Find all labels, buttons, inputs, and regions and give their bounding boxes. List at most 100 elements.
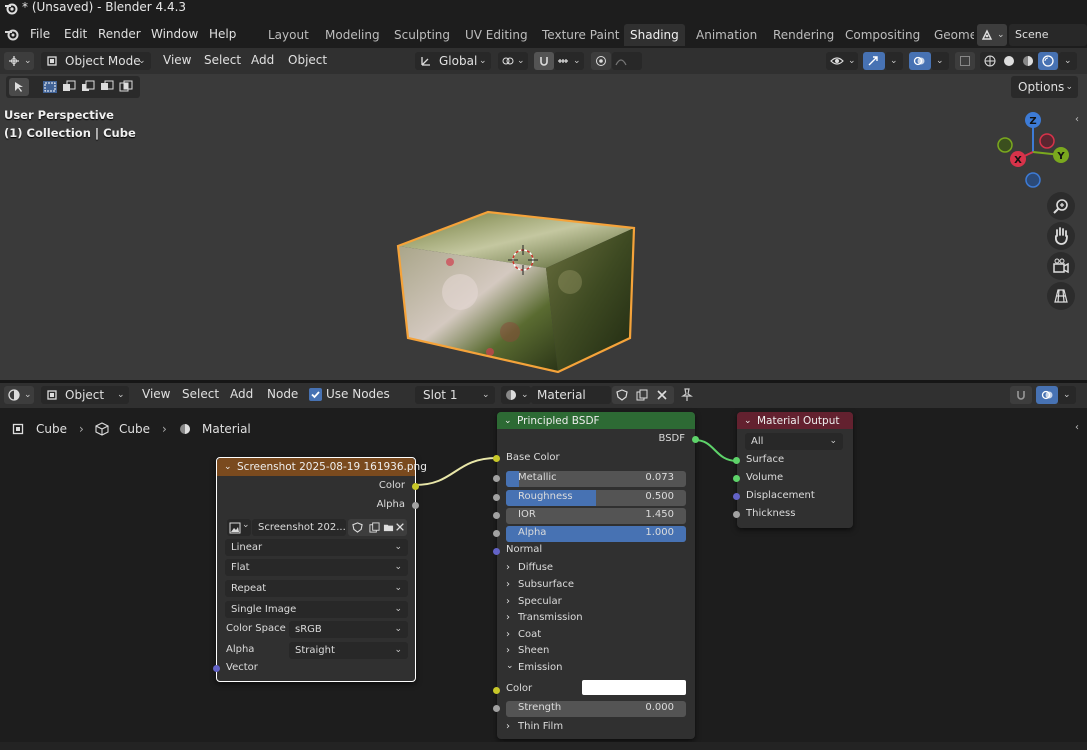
open-folder-icon[interactable] bbox=[383, 522, 394, 533]
roughness-slider[interactable]: Roughness 0.500 bbox=[506, 490, 686, 506]
ior-input-socket[interactable] bbox=[493, 512, 500, 519]
ortho-toggle-button[interactable] bbox=[1047, 282, 1075, 310]
surface-input-socket[interactable] bbox=[733, 457, 740, 464]
image-texture-node[interactable]: ⌄ Screenshot 2025-08-19 161936.png Color… bbox=[213, 457, 427, 682]
tab-texture-paint[interactable]: Texture Paint bbox=[536, 24, 625, 46]
visibility-dropdown[interactable]: ⌄ bbox=[826, 52, 858, 70]
duplicate-icon[interactable] bbox=[636, 389, 648, 401]
image-name-field[interactable]: Screenshot 202... bbox=[252, 519, 346, 536]
scene-name-field[interactable]: Scene bbox=[1009, 24, 1087, 46]
thickness-input-socket[interactable] bbox=[733, 511, 740, 518]
pin-icon[interactable] bbox=[680, 388, 694, 402]
node-menu-add[interactable]: Add bbox=[230, 387, 253, 401]
menu-edit[interactable]: Edit bbox=[64, 27, 87, 41]
pan-button[interactable] bbox=[1047, 222, 1075, 250]
emission-color-swatch[interactable] bbox=[582, 680, 686, 695]
alpha-input-socket[interactable] bbox=[493, 530, 500, 537]
tab-animation[interactable]: Animation bbox=[690, 24, 763, 46]
select-intersect-icon[interactable] bbox=[118, 80, 134, 94]
shader-type-dropdown[interactable]: Object ⌄ bbox=[41, 386, 129, 404]
select-invert-icon[interactable] bbox=[99, 80, 115, 94]
zoom-button[interactable] bbox=[1047, 192, 1075, 220]
viewport-options-button[interactable]: Options ⌄ bbox=[1011, 76, 1078, 98]
tab-compositing[interactable]: Compositing bbox=[839, 24, 926, 46]
volume-input-socket[interactable] bbox=[733, 475, 740, 482]
tab-uv-editing[interactable]: UV Editing bbox=[459, 24, 534, 46]
editor-type-button[interactable]: ⌄ bbox=[4, 52, 34, 70]
select-new-icon[interactable] bbox=[42, 80, 58, 94]
overlays-dropdown[interactable]: ⌄ bbox=[931, 52, 949, 70]
panel-emission[interactable]: ⌄ Emission bbox=[506, 661, 686, 678]
output-node-header[interactable]: ⌄ Material Output bbox=[737, 412, 853, 429]
bsdf-output-socket[interactable] bbox=[692, 436, 699, 443]
solid-shading-icon[interactable] bbox=[1003, 55, 1015, 67]
viewport-menu-select[interactable]: Select bbox=[204, 53, 241, 67]
node-editor-type-button[interactable]: ⌄ bbox=[4, 386, 34, 404]
rendered-shading-button[interactable] bbox=[1038, 52, 1058, 70]
slot-dropdown[interactable]: Slot 1 ⌄ bbox=[415, 386, 495, 404]
proportional-falloff-dropdown[interactable] bbox=[612, 52, 642, 70]
object-mode-dropdown[interactable]: Object Mode ⌄ bbox=[41, 52, 151, 70]
tab-sculpting[interactable]: Sculpting bbox=[388, 24, 456, 46]
emission-color-input-socket[interactable] bbox=[493, 687, 500, 694]
projection-dropdown[interactable]: Flat ⌄ bbox=[225, 559, 408, 576]
material-output-node[interactable]: ⌄ Material Output All ⌄ Surface Volume Di… bbox=[733, 412, 853, 528]
panel-thin-film[interactable]: › Thin Film bbox=[506, 721, 686, 737]
scene-selector-button[interactable]: ⌄ bbox=[977, 24, 1007, 46]
tab-geometry-nodes[interactable]: Geome bbox=[928, 24, 974, 46]
normal-input-socket[interactable] bbox=[493, 548, 500, 555]
fake-user-shield-icon[interactable] bbox=[352, 522, 363, 533]
gizmo-toggle[interactable] bbox=[863, 52, 885, 70]
tab-modeling[interactable]: Modeling bbox=[319, 24, 386, 46]
panel-specular[interactable]: › Specular bbox=[506, 596, 686, 612]
select-subtract-icon[interactable] bbox=[80, 80, 96, 94]
panel-subsurface[interactable]: › Subsurface bbox=[506, 579, 686, 595]
image-browse-button[interactable]: ⌄ bbox=[227, 519, 251, 536]
snap-target-dropdown[interactable]: ⌄ bbox=[554, 52, 584, 70]
menu-file[interactable]: File bbox=[30, 27, 50, 41]
menu-render[interactable]: Render bbox=[98, 27, 141, 41]
displacement-input-socket[interactable] bbox=[733, 493, 740, 500]
transform-orientation-dropdown[interactable]: Global ⌄ bbox=[415, 52, 491, 70]
viewport-menu-view[interactable]: View bbox=[163, 53, 191, 67]
menu-window[interactable]: Window bbox=[151, 27, 198, 41]
camera-view-button[interactable] bbox=[1047, 252, 1075, 280]
collapse-chevron-icon[interactable]: ⌄ bbox=[224, 458, 232, 476]
panel-coat[interactable]: › Coat bbox=[506, 629, 686, 645]
collapse-chevron-icon[interactable]: ⌄ bbox=[504, 412, 512, 430]
bsdf-node-header[interactable]: ⌄ Principled BSDF bbox=[497, 412, 695, 429]
image-node-header[interactable]: ⌄ Screenshot 2025-08-19 161936.png bbox=[217, 458, 427, 476]
select-extend-icon[interactable] bbox=[61, 80, 77, 94]
principled-bsdf-node[interactable]: ⌄ Principled BSDF BSDF Base Color Metall… bbox=[493, 412, 699, 739]
node-menu-node[interactable]: Node bbox=[267, 387, 298, 401]
color-space-dropdown[interactable]: sRGB ⌄ bbox=[289, 621, 408, 638]
extension-dropdown[interactable]: Repeat ⌄ bbox=[225, 580, 408, 597]
viewport-menu-object[interactable]: Object bbox=[288, 53, 327, 67]
xray-toggle[interactable] bbox=[955, 52, 975, 70]
output-target-dropdown[interactable]: All ⌄ bbox=[745, 433, 843, 450]
navigation-gizmo[interactable]: Z Y X bbox=[992, 110, 1072, 190]
node-snap-toggle[interactable] bbox=[1010, 386, 1032, 404]
3d-viewport[interactable]: Options ⌄ User Perspective (1) Collectio… bbox=[0, 74, 1087, 380]
node-overlays-toggle[interactable] bbox=[1036, 386, 1058, 404]
tab-layout[interactable]: Layout bbox=[262, 24, 315, 46]
snap-toggle[interactable] bbox=[534, 52, 554, 70]
panel-sheen[interactable]: › Sheen bbox=[506, 645, 686, 661]
tweak-tool-button[interactable] bbox=[9, 78, 29, 96]
unlink-x-icon[interactable] bbox=[656, 389, 668, 401]
blender-menu-icon[interactable] bbox=[4, 27, 20, 41]
tab-rendering[interactable]: Rendering bbox=[767, 24, 840, 46]
emission-strength-input-socket[interactable] bbox=[493, 705, 500, 712]
material-preview-icon[interactable] bbox=[1022, 55, 1034, 67]
browse-material-button[interactable]: ⌄ bbox=[501, 386, 531, 404]
node-menu-view[interactable]: View bbox=[142, 387, 170, 401]
roughness-input-socket[interactable] bbox=[493, 494, 500, 501]
metallic-slider[interactable]: Metallic 0.073 bbox=[506, 471, 686, 487]
use-nodes-checkbox[interactable] bbox=[309, 388, 322, 401]
ior-field[interactable]: IOR 1.450 bbox=[506, 508, 686, 524]
image-alpha-output-socket[interactable] bbox=[412, 502, 419, 509]
metallic-input-socket[interactable] bbox=[493, 475, 500, 482]
unlink-x-icon[interactable] bbox=[395, 522, 405, 532]
menu-help[interactable]: Help bbox=[209, 27, 236, 41]
alpha-slider[interactable]: Alpha 1.000 bbox=[506, 526, 686, 542]
